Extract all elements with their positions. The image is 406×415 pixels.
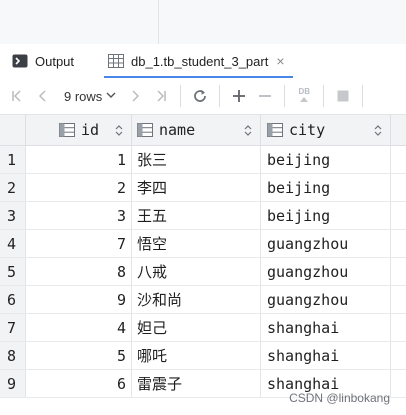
cell-name[interactable]: 张三 — [132, 146, 261, 173]
cell-city[interactable]: guangzhou — [261, 286, 391, 313]
remove-row-button[interactable] — [252, 83, 278, 109]
row-number[interactable]: 7 — [0, 314, 26, 341]
column-header-label: city — [289, 121, 326, 139]
cell-id[interactable]: 9 — [26, 286, 132, 313]
cell-city[interactable]: beijing — [261, 202, 391, 229]
sort-icon[interactable] — [374, 124, 382, 136]
table-icon — [108, 54, 124, 68]
column-header-label: name — [159, 121, 196, 139]
refresh-button[interactable] — [187, 83, 213, 109]
table-row[interactable]: 1 1 张三 beijing — [0, 146, 406, 174]
table-row[interactable]: 6 9 沙和尚 guangzhou — [0, 286, 406, 314]
chevron-right-icon — [132, 90, 140, 102]
cell-name[interactable]: 李四 — [132, 174, 261, 201]
table-row[interactable]: 8 5 哪吒 shanghai — [0, 342, 406, 370]
table-row[interactable]: 7 4 妲己 shanghai — [0, 314, 406, 342]
cell-id[interactable]: 1 — [26, 146, 132, 173]
stop-button[interactable] — [330, 83, 356, 109]
tab-output-label: Output — [35, 53, 75, 69]
table-row[interactable]: 2 2 李四 beijing — [0, 174, 406, 202]
cell-name[interactable]: 妲己 — [132, 314, 261, 341]
cell-name[interactable]: 雷震子 — [132, 370, 261, 397]
top-panel-segment — [0, 0, 159, 44]
grid-header: id name city — [0, 115, 406, 146]
tab-table-label: db_1.tb_student_3_part — [131, 53, 269, 69]
table-row[interactable]: 3 3 王五 beijing — [0, 202, 406, 230]
toolbar-divider — [180, 85, 182, 107]
top-panel — [0, 0, 406, 45]
column-header-label: id — [81, 121, 100, 139]
db-label: DB — [298, 87, 311, 96]
tab-table[interactable]: db_1.tb_student_3_part × — [104, 44, 293, 78]
chevron-down-icon — [106, 90, 116, 102]
cell-id[interactable]: 8 — [26, 258, 132, 285]
row-number[interactable]: 9 — [0, 370, 26, 397]
cell-id[interactable]: 4 — [26, 314, 132, 341]
row-number[interactable]: 5 — [0, 258, 26, 285]
next-page-button[interactable] — [122, 83, 148, 109]
results-toolbar: 9 rows DB — [0, 78, 406, 115]
cell-name[interactable]: 悟空 — [132, 230, 261, 257]
sort-icon[interactable] — [115, 124, 123, 136]
rows-dropdown[interactable]: 9 rows — [56, 83, 122, 109]
arrow-up-icon — [300, 97, 309, 102]
toolbar-divider — [323, 85, 325, 107]
rows-count-label: 9 rows — [64, 88, 103, 104]
cell-city[interactable]: shanghai — [261, 342, 391, 369]
plus-icon — [233, 90, 246, 102]
cell-id[interactable]: 6 — [26, 370, 132, 397]
column-icon — [267, 123, 283, 137]
cell-city[interactable]: guangzhou — [261, 258, 391, 285]
stop-icon — [337, 90, 349, 102]
cell-name[interactable]: 王五 — [132, 202, 261, 229]
cell-city[interactable]: shanghai — [261, 314, 391, 341]
column-icon — [59, 123, 75, 137]
last-page-icon — [157, 90, 167, 102]
first-page-icon — [12, 90, 21, 102]
toolbar-divider — [284, 85, 286, 107]
column-icon — [137, 123, 153, 137]
row-number[interactable]: 2 — [0, 174, 26, 201]
table-row[interactable]: 4 7 悟空 guangzhou — [0, 230, 406, 258]
row-number[interactable]: 8 — [0, 342, 26, 369]
console-icon — [12, 54, 28, 68]
cell-name[interactable]: 沙和尚 — [132, 286, 261, 313]
tab-bar: Output db_1.tb_student_3_part × — [0, 44, 406, 78]
cell-name[interactable]: 八戒 — [132, 258, 261, 285]
first-page-button[interactable] — [4, 83, 30, 109]
column-header-id[interactable]: id — [26, 115, 132, 145]
close-icon[interactable]: × — [276, 53, 284, 69]
sort-icon[interactable] — [244, 124, 252, 136]
row-number[interactable]: 6 — [0, 286, 26, 313]
table-row[interactable]: 5 8 八戒 guangzhou — [0, 258, 406, 286]
add-row-button[interactable] — [226, 83, 252, 109]
last-page-button[interactable] — [148, 83, 174, 109]
cell-city[interactable]: guangzhou — [261, 230, 391, 257]
submit-db-button[interactable]: DB — [291, 83, 317, 109]
cell-id[interactable]: 3 — [26, 202, 132, 229]
refresh-icon — [194, 90, 207, 102]
prev-page-button[interactable] — [30, 83, 56, 109]
toolbar-divider — [362, 85, 364, 107]
minus-icon — [259, 95, 272, 97]
cell-id[interactable]: 5 — [26, 342, 132, 369]
column-header-city[interactable]: city — [261, 115, 391, 145]
tab-output[interactable]: Output — [12, 44, 74, 78]
column-header-name[interactable]: name — [132, 115, 261, 145]
row-number[interactable]: 4 — [0, 230, 26, 257]
row-number[interactable]: 1 — [0, 146, 26, 173]
toolbar-divider — [219, 85, 221, 107]
watermark-text: CSDN @linbokang — [289, 391, 390, 405]
cell-id[interactable]: 7 — [26, 230, 132, 257]
cell-city[interactable]: beijing — [261, 146, 391, 173]
cell-id[interactable]: 2 — [26, 174, 132, 201]
chevron-left-icon — [38, 90, 46, 102]
cell-name[interactable]: 哪吒 — [132, 342, 261, 369]
row-number-header — [0, 115, 26, 145]
cell-city[interactable]: beijing — [261, 174, 391, 201]
row-number[interactable]: 3 — [0, 202, 26, 229]
